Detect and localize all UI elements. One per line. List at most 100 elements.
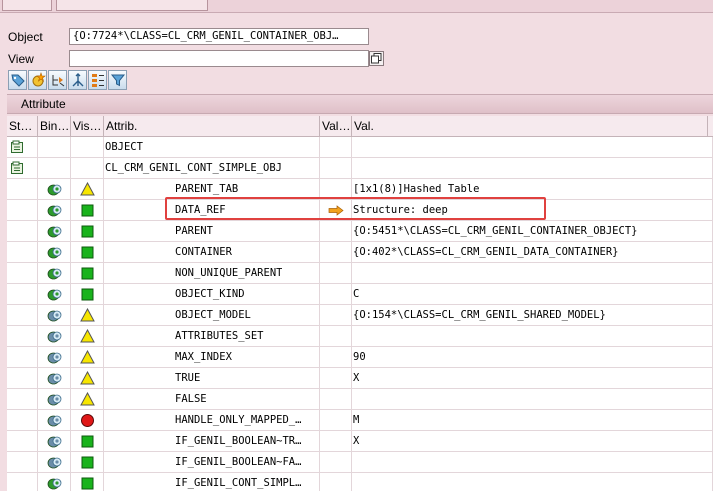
attribute-name: CONTAINER [175, 246, 232, 258]
hierarchy-button[interactable] [48, 70, 67, 90]
visibility-cell [71, 473, 104, 491]
status-cell [7, 263, 38, 283]
value-cell: C [352, 284, 713, 304]
view-field[interactable] [69, 50, 369, 67]
filter-button[interactable] [108, 70, 127, 90]
attribute-cell: PARENT_TAB [104, 179, 320, 199]
value-type-cell [320, 137, 352, 157]
attribute-cell: OBJECT [104, 137, 320, 157]
visibility-cell [71, 389, 104, 409]
attribute-value: C [353, 288, 360, 300]
tag-button[interactable] [8, 70, 27, 90]
value-type-cell [320, 410, 352, 430]
table-row[interactable]: OBJECT_KIND C [7, 284, 713, 305]
value-cell: {O:5451*\CLASS=CL_CRM_GENIL_CONTAINER_OB… [352, 221, 713, 241]
table-row[interactable]: MAX_INDEX 90 [7, 347, 713, 368]
node-icon [11, 140, 23, 153]
value-cell: [1x1(8)]Hashed Table [352, 179, 713, 199]
col-value-type[interactable]: Val… [320, 116, 352, 136]
status-cell [7, 158, 38, 178]
attribute-name: PARENT_TAB [175, 183, 239, 195]
attribute-cell: IF_GENIL_BOOLEAN~FA… [104, 452, 320, 472]
attribute-cell: OBJECT_KIND [104, 284, 320, 304]
table-row[interactable]: HANDLE_ONLY_MAPPED_… M [7, 410, 713, 431]
binding-icon [47, 247, 62, 259]
attribute-cell: NON_UNIQUE_PARENT [104, 263, 320, 283]
binding-cell [38, 158, 71, 178]
binding-cell [38, 389, 71, 409]
table-row[interactable]: CONTAINER {O:402*\CLASS=CL_CRM_GENIL_DATA… [7, 242, 713, 263]
attribute-name: FALSE [175, 393, 207, 405]
binding-cell [38, 179, 71, 199]
tab-1[interactable] [2, 0, 52, 11]
attribute-value: [1x1(8)]Hashed Table [353, 183, 480, 195]
view-copy-button[interactable] [369, 51, 384, 66]
star-button[interactable] [28, 70, 47, 90]
tab-2[interactable] [56, 0, 208, 11]
protected-triangle-icon [80, 371, 95, 385]
attribute-name: OBJECT_MODEL [175, 309, 251, 321]
object-field[interactable]: {O:7724*\CLASS=CL_CRM_GENIL_CONTAINER_OB… [69, 28, 369, 45]
binding-icon [47, 226, 62, 238]
status-cell [7, 179, 38, 199]
col-status[interactable]: St… [7, 116, 38, 136]
value-type-cell [320, 179, 352, 199]
table-row[interactable]: PARENT {O:5451*\CLASS=CL_CRM_GENIL_CONTAI… [7, 221, 713, 242]
col-attribute[interactable]: Attrib. [104, 116, 320, 136]
value-type-cell [320, 305, 352, 325]
protected-triangle-icon [80, 392, 95, 406]
split-icon [72, 73, 84, 87]
value-cell [352, 452, 713, 472]
split-button[interactable] [68, 70, 87, 90]
attribute-name: MAX_INDEX [175, 351, 232, 363]
visibility-cell [71, 158, 104, 178]
attribute-name: IF_GENIL_CONT_SIMPL… [175, 477, 302, 489]
table-row[interactable]: NON_UNIQUE_PARENT [7, 263, 713, 284]
col-visibility[interactable]: Vis… [71, 116, 104, 136]
binding-cell [38, 410, 71, 430]
binding-icon [47, 352, 62, 364]
table-row[interactable]: OBJECT [7, 137, 713, 158]
value-type-cell [320, 284, 352, 304]
node-icon [11, 161, 23, 174]
table-row[interactable]: FALSE [7, 389, 713, 410]
binding-icon [47, 268, 62, 280]
binding-icon [47, 331, 62, 343]
table-row[interactable]: TRUE X [7, 368, 713, 389]
table-row[interactable]: IF_GENIL_BOOLEAN~TR… X [7, 431, 713, 452]
visibility-cell [71, 452, 104, 472]
status-cell [7, 368, 38, 388]
protected-triangle-icon [80, 350, 95, 364]
table-row[interactable]: CL_CRM_GENIL_CONT_SIMPLE_OBJ [7, 158, 713, 179]
value-cell: X [352, 368, 713, 388]
attribute-cell: TRUE [104, 368, 320, 388]
table-row[interactable]: ATTRIBUTES_SET [7, 326, 713, 347]
star-icon [32, 72, 46, 87]
visibility-cell [71, 263, 104, 283]
value-cell: 90 [352, 347, 713, 367]
binding-cell [38, 347, 71, 367]
status-cell [7, 305, 38, 325]
status-cell [7, 389, 38, 409]
value-type-cell [320, 347, 352, 367]
list-button[interactable] [88, 70, 107, 90]
attribute-name: HANDLE_ONLY_MAPPED_… [175, 414, 302, 426]
binding-cell [38, 305, 71, 325]
col-value[interactable]: Val. [352, 116, 708, 136]
value-cell [352, 158, 713, 178]
visibility-cell [71, 137, 104, 157]
table-row[interactable]: IF_GENIL_CONT_SIMPL… [7, 473, 713, 491]
attribute-name: IF_GENIL_BOOLEAN~FA… [175, 456, 302, 468]
table-row[interactable]: OBJECT_MODEL {O:154*\CLASS=CL_CRM_GENIL_S… [7, 305, 713, 326]
binding-cell [38, 326, 71, 346]
public-square-icon [81, 225, 94, 238]
table-row[interactable]: IF_GENIL_BOOLEAN~FA… [7, 452, 713, 473]
value-type-cell [320, 431, 352, 451]
col-binding[interactable]: Bin… [38, 116, 71, 136]
visibility-cell [71, 305, 104, 325]
value-cell [352, 263, 713, 283]
object-label: Object [8, 30, 43, 44]
attribute-value: {O:154*\CLASS=CL_CRM_GENIL_SHARED_MODEL} [353, 309, 606, 321]
public-square-icon [81, 267, 94, 280]
value-cell [352, 389, 713, 409]
